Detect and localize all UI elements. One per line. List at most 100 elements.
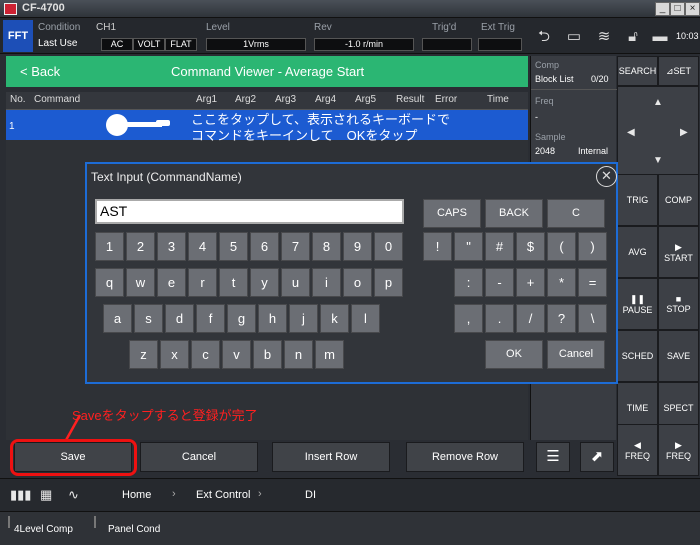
key-v[interactable]: v (222, 340, 251, 369)
key-lparen[interactable]: ( (547, 232, 576, 261)
key-question[interactable]: ? (547, 304, 576, 333)
sched-key[interactable]: SCHED (617, 330, 658, 382)
key-quote[interactable]: " (454, 232, 483, 261)
key-n[interactable]: n (284, 340, 313, 369)
ch-coupling[interactable]: AC (101, 38, 133, 51)
tab-4level-comp[interactable]: 4Level Comp (14, 524, 73, 535)
key-g[interactable]: g (227, 304, 256, 333)
key-2[interactable]: 2 (126, 232, 155, 261)
save-key[interactable]: SAVE (658, 330, 699, 382)
key-a[interactable]: a (103, 304, 132, 333)
key-slash[interactable]: / (516, 304, 545, 333)
key-u[interactable]: u (281, 268, 310, 297)
key-y[interactable]: y (250, 268, 279, 297)
mode-button[interactable]: FFT (3, 20, 33, 52)
lock-icon[interactable]: 🔓︎ (619, 22, 647, 52)
key-o[interactable]: o (343, 268, 372, 297)
key-q[interactable]: q (95, 268, 124, 297)
key-p[interactable]: p (374, 268, 403, 297)
key-s[interactable]: s (134, 304, 163, 333)
key-exclaim[interactable]: ! (423, 232, 452, 261)
key-period[interactable]: . (485, 304, 514, 333)
trig-key[interactable]: TRIG (617, 174, 658, 226)
key-plus[interactable]: + (516, 268, 545, 297)
breadcrumb-home[interactable]: Home (122, 489, 151, 501)
insert-row-button[interactable]: Insert Row (272, 442, 390, 472)
ok-button[interactable]: OK (485, 340, 543, 369)
key-0[interactable]: 0 (374, 232, 403, 261)
key-8[interactable]: 8 (312, 232, 341, 261)
ch-filter[interactable]: FLAT (165, 38, 197, 51)
ch-unit[interactable]: VOLT (133, 38, 165, 51)
drive-icon[interactable]: ▭ (560, 22, 588, 52)
key-f[interactable]: f (196, 304, 225, 333)
key-minus[interactable]: - (485, 268, 514, 297)
dialog-cancel-button[interactable]: Cancel (547, 340, 605, 369)
start-key[interactable]: ▶ START (658, 226, 699, 278)
command-name-input[interactable]: AST (95, 199, 404, 224)
key-comma[interactable]: , (454, 304, 483, 333)
remove-row-button[interactable]: Remove Row (406, 442, 524, 472)
panel-icon[interactable]: ▬ (646, 22, 674, 52)
key-4[interactable]: 4 (188, 232, 217, 261)
cancel-button[interactable]: Cancel (140, 442, 258, 472)
key-colon[interactable]: : (454, 268, 483, 297)
key-equals[interactable]: = (578, 268, 607, 297)
close-window-button[interactable]: × (685, 2, 700, 16)
key-m[interactable]: m (315, 340, 344, 369)
close-icon[interactable]: ✕ (596, 166, 617, 187)
key-c[interactable]: c (191, 340, 220, 369)
key-i[interactable]: i (312, 268, 341, 297)
set-key[interactable]: ⊿SET (658, 56, 699, 86)
list-icon[interactable]: ☰ (536, 442, 570, 472)
expand-arrow-icon[interactable]: ⬈ (580, 442, 614, 472)
backspace-key[interactable]: BACK (485, 199, 543, 228)
arrow-up-icon[interactable]: ▲ (653, 97, 663, 108)
breadcrumb-ext-control[interactable]: Ext Control (196, 489, 250, 501)
key-dollar[interactable]: $ (516, 232, 545, 261)
maximize-button[interactable]: □ (670, 2, 685, 16)
key-h[interactable]: h (258, 304, 287, 333)
key-d[interactable]: d (165, 304, 194, 333)
key-9[interactable]: 9 (343, 232, 372, 261)
waveform-icon[interactable]: ∿ (68, 487, 79, 503)
breadcrumb-di[interactable]: DI (305, 489, 316, 501)
grid-icon[interactable]: ▦ (40, 487, 52, 503)
key-rparen[interactable]: ) (578, 232, 607, 261)
key-5[interactable]: 5 (219, 232, 248, 261)
freq-right-key[interactable]: ▶ FREQ (658, 424, 699, 476)
wifi-icon[interactable]: ≋ (590, 22, 618, 52)
key-3[interactable]: 3 (157, 232, 186, 261)
back-button[interactable]: < Back (20, 64, 60, 79)
tab-panel-cond[interactable]: Panel Cond (108, 524, 160, 535)
freq-left-key[interactable]: ◀ FREQ (617, 424, 658, 476)
key-j[interactable]: j (289, 304, 318, 333)
key-t[interactable]: t (219, 268, 248, 297)
arrow-right-icon[interactable]: ▶ (680, 127, 688, 138)
stop-key[interactable]: ■ STOP (658, 278, 699, 330)
avg-key[interactable]: AVG (617, 226, 658, 278)
key-x[interactable]: x (160, 340, 189, 369)
key-e[interactable]: e (157, 268, 186, 297)
key-w[interactable]: w (126, 268, 155, 297)
key-k[interactable]: k (320, 304, 349, 333)
comp-key[interactable]: COMP (658, 174, 699, 226)
level-value[interactable]: 1Vrms (206, 38, 306, 51)
key-6[interactable]: 6 (250, 232, 279, 261)
bar-chart-icon[interactable]: ▮▮▮ (10, 487, 31, 503)
caps-key[interactable]: CAPS (423, 199, 481, 228)
return-icon[interactable]: ⮌ (530, 22, 558, 52)
key-asterisk[interactable]: * (547, 268, 576, 297)
nav-pad[interactable]: ▲ ◀ ▶ ▼ (617, 86, 699, 182)
minimize-button[interactable]: _ (655, 2, 670, 16)
arrow-left-icon[interactable]: ◀ (627, 127, 635, 138)
pause-key[interactable]: ❚❚ PAUSE (617, 278, 658, 330)
key-z[interactable]: z (129, 340, 158, 369)
rev-value[interactable]: -1.0 r/min (314, 38, 414, 51)
table-row[interactable]: 1 ここをタップして、表示されるキーボードで コマンドをキーインして OKをタッ… (6, 110, 528, 143)
key-7[interactable]: 7 (281, 232, 310, 261)
key-b[interactable]: b (253, 340, 282, 369)
key-1[interactable]: 1 (95, 232, 124, 261)
key-backslash[interactable]: \ (578, 304, 607, 333)
clear-key[interactable]: C (547, 199, 605, 228)
